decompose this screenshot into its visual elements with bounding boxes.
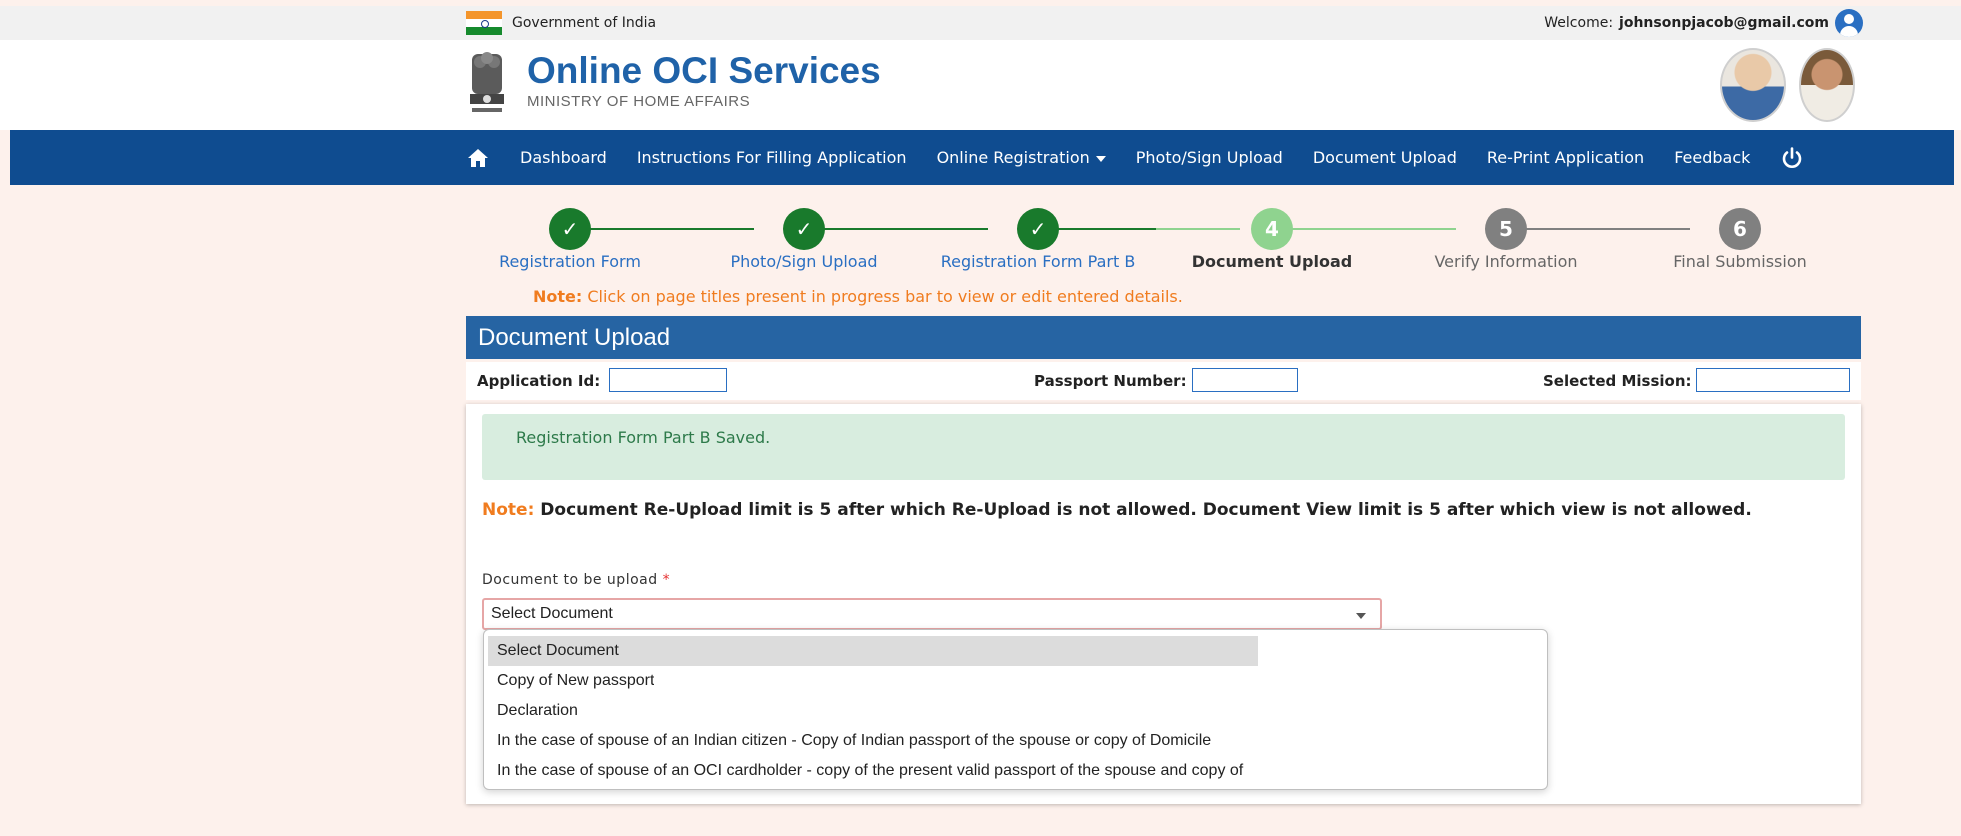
progress-note: Note: Click on page titles present in pr… [533,287,1183,306]
step-3-circle[interactable]: ✓ [1017,208,1059,250]
user-email: johnsonpjacob@gmail.com [1619,15,1829,31]
step-5-circle: 5 [1485,208,1527,250]
passport-number-field [1192,368,1298,392]
ministry-subtitle: MINISTRY OF HOME AFFAIRS [527,93,751,110]
selected-mission-label: Selected Mission: [1543,372,1692,390]
government-of-india-label: Government of India [512,15,657,31]
document-field-label-text: Document to be upload [482,572,658,588]
nav-dashboard[interactable]: Dashboard [520,148,607,167]
step-2-label[interactable]: Photo/Sign Upload [730,252,877,271]
document-option[interactable]: Declaration [488,696,578,726]
logout-power-icon[interactable] [1780,146,1804,170]
document-option[interactable]: In the case of spouse of an OCI cardhold… [488,756,1258,786]
document-dropdown-list: Select Document Copy of New passport Dec… [483,629,1548,790]
leader-portrait-2 [1799,48,1855,122]
nav-reprint-application[interactable]: Re-Print Application [1487,148,1644,167]
application-info-row: Application Id: Passport Number: Selecte… [466,362,1861,400]
document-option[interactable]: In the case of spouse of an Indian citiz… [488,726,1211,756]
site-title: Online OCI Services [527,50,881,91]
step-6-circle: 6 [1719,208,1761,250]
nav-document-upload[interactable]: Document Upload [1313,148,1457,167]
progress-line-2 [804,228,988,230]
application-id-field [609,368,727,392]
required-marker: * [662,572,671,588]
nav-feedback[interactable]: Feedback [1674,148,1750,167]
success-alert: Registration Form Part B Saved. [482,414,1845,480]
progress-line-4 [1272,228,1456,230]
step-4-label[interactable]: Document Upload [1192,252,1352,271]
user-account-icon[interactable] [1835,9,1863,37]
passport-number-label: Passport Number: [1034,372,1187,390]
india-flag-icon [466,11,502,35]
step-2-circle[interactable]: ✓ [783,208,825,250]
upload-limit-note-text: Document Re-Upload limit is 5 after whic… [534,500,1752,520]
leader-portrait-1 [1720,48,1786,122]
welcome-label: Welcome: [1544,15,1614,31]
government-bar: Government of India Welcome: johnsonpjac… [0,6,1961,40]
progress-line-3b [1156,228,1240,230]
document-field-label: Document to be upload * [482,572,670,588]
progress-line-1 [570,228,754,230]
site-header: Online OCI Services MINISTRY OF HOME AFF… [0,40,1961,130]
main-navigation: Dashboard Instructions For Filling Appli… [10,130,1954,185]
nav-photo-sign-upload[interactable]: Photo/Sign Upload [1136,148,1283,167]
panel-title: Document Upload [466,316,1861,359]
step-4-circle[interactable]: 4 [1251,208,1293,250]
progress-note-text: Click on page titles present in progress… [582,287,1183,306]
document-select-value: Select Document [491,605,613,622]
upload-limit-note: Note: Document Re-Upload limit is 5 afte… [482,500,1752,520]
national-emblem-icon [470,52,504,112]
step-1-circle[interactable]: ✓ [549,208,591,250]
chevron-down-icon [1095,155,1106,162]
nav-online-registration[interactable]: Online Registration [937,148,1106,167]
selected-mission-field [1696,368,1850,392]
step-5-label: Verify Information [1434,252,1578,271]
progress-bar: ✓ ✓ ✓ 4 5 6 Registration Form Photo/Sign… [466,200,1860,280]
document-option[interactable]: Select Document [488,636,1258,666]
chevron-down-icon [1356,613,1366,619]
document-select[interactable]: Select Document [482,598,1382,630]
progress-line-5 [1506,228,1690,230]
progress-note-label: Note: [533,287,583,306]
step-3-label[interactable]: Registration Form Part B [941,252,1136,271]
document-option[interactable]: Copy of New passport [488,666,654,696]
step-1-label[interactable]: Registration Form [499,252,641,271]
home-icon[interactable] [466,146,490,170]
step-6-label: Final Submission [1673,252,1807,271]
upload-limit-note-label: Note: [482,500,535,520]
nav-online-registration-label: Online Registration [936,148,1090,167]
application-id-label: Application Id: [477,372,601,390]
nav-instructions[interactable]: Instructions For Filling Application [637,148,907,167]
